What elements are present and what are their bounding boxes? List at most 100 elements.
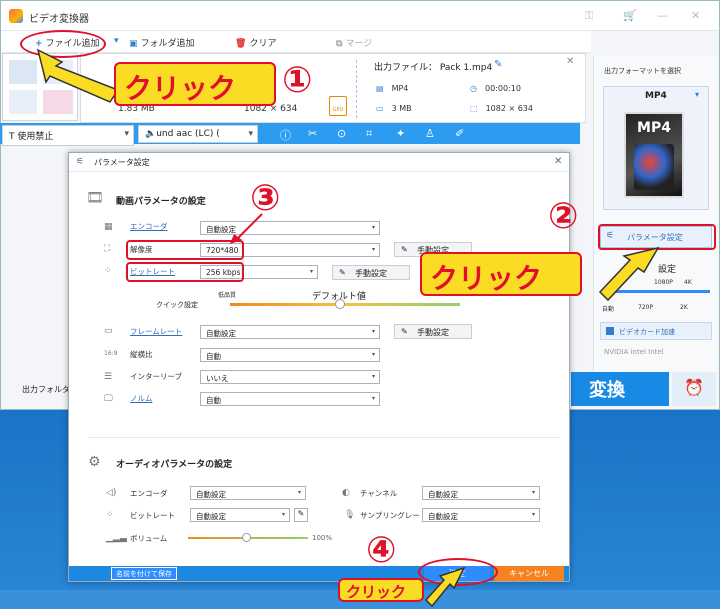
framerate-label[interactable]: フレームレート xyxy=(130,326,182,337)
audio-bitrate-select[interactable]: 自動設定 ▾ xyxy=(190,508,290,522)
info-icon[interactable]: ⓘ xyxy=(280,127,291,143)
watermark-icon[interactable]: ♙ xyxy=(425,127,435,140)
microphone-icon: 🎙 xyxy=(344,510,356,520)
dialog-close-icon[interactable]: ✕ xyxy=(554,156,562,167)
output-file-name: 出力ファイル： Pack 1.mp4 xyxy=(374,63,493,73)
audio-bitrate-edit-icon[interactable]: ✎ xyxy=(294,508,308,522)
folder-icon: ▣ xyxy=(129,39,138,49)
audio-encoder-icon: ◁) xyxy=(106,488,117,498)
merge-button[interactable]: ⧉ マージ xyxy=(336,36,372,49)
convert-button[interactable]: 変換 xyxy=(571,372,669,406)
folder-size-icon: ▭ xyxy=(376,104,384,113)
audio-section-title: オーディオパラメータの設定 xyxy=(116,460,233,470)
quality-quick-slider[interactable] xyxy=(230,303,460,306)
volume-bars-icon: ▁▂▃ xyxy=(106,533,127,543)
volume-value: 100% xyxy=(312,534,333,542)
save-as-label: 名前を付けて保存 xyxy=(116,570,172,578)
video-section-title: 動画パラメータの設定 xyxy=(116,197,206,207)
app-title: ビデオ変換器 xyxy=(29,14,89,25)
interlace-label: インターリーブ xyxy=(130,372,183,381)
subtitle-edit-icon[interactable]: ✐ xyxy=(455,127,464,140)
annotation-number-2: ② xyxy=(548,196,579,237)
key-icon[interactable]: ⚿ xyxy=(585,9,593,23)
save-as-button[interactable]: 名前を付けて保存 xyxy=(111,567,177,580)
samplerate-value: 自動設定 xyxy=(428,512,458,521)
framerate-value: 自動設定 xyxy=(206,329,236,338)
output-folder-label: 出力フォルダ xyxy=(22,385,70,394)
monitor-icon: 🖵 xyxy=(104,394,113,404)
resolution-meta: ⬚ 1082 × 634 xyxy=(470,104,533,113)
effects-icon[interactable]: ⊙ xyxy=(337,127,346,140)
clear-button[interactable]: 🗑 クリア xyxy=(235,36,276,49)
aspect-ratio-icon: 16:9 xyxy=(104,350,118,357)
norm-select[interactable]: 自動 ▾ xyxy=(200,392,380,406)
bitrate-manual-button[interactable]: ✎ 手動設定 xyxy=(332,265,410,280)
norm-label[interactable]: ノルム xyxy=(130,393,152,404)
subtitle-value: 使用禁止 xyxy=(17,132,54,142)
add-file-dropdown-icon[interactable]: ▾ xyxy=(114,36,119,46)
cancel-label: キャンセル xyxy=(509,569,549,578)
framerate-manual-button[interactable]: ✎ 手動設定 xyxy=(394,324,472,339)
resolution-value: 1082 × 634 xyxy=(485,104,533,113)
tick-auto: 自動 xyxy=(602,306,615,313)
audio-select[interactable]: 🔈und aac (LC) (▾ xyxy=(138,125,258,143)
manual-label: 手動設定 xyxy=(355,269,387,278)
norm-value: 自動 xyxy=(206,396,221,405)
aspect-ratio-value: 自動 xyxy=(206,352,221,361)
framerate-select[interactable]: 自動設定 ▾ xyxy=(200,325,380,339)
dialog-divider xyxy=(69,171,569,172)
interlace-value: いいえ xyxy=(206,374,229,383)
alarm-clock-icon[interactable]: ⏰ xyxy=(672,372,716,406)
film-settings-icon: 🎞 xyxy=(86,190,104,206)
video-encoder-label[interactable]: エンコーダ xyxy=(130,221,168,232)
gpu-acceleration-label: ビデオカード加速 xyxy=(619,328,675,336)
clear-label: クリア xyxy=(249,39,277,49)
film-art xyxy=(634,144,674,190)
mp4-film-icon: MP4 xyxy=(624,112,684,198)
audio-encoder-select[interactable]: 自動設定 ▾ xyxy=(190,486,306,500)
audio-encoder-value: 自動設定 xyxy=(196,490,226,499)
crop-icon[interactable]: ⌗ xyxy=(366,127,372,141)
checkbox-icon[interactable] xyxy=(606,327,614,335)
close-icon[interactable]: ✕ xyxy=(691,9,700,22)
trash-icon: 🗑 xyxy=(235,39,247,49)
pencil-icon: ✎ xyxy=(401,245,408,254)
cancel-button[interactable]: キャンセル xyxy=(494,566,564,581)
interlace-select[interactable]: いいえ ▾ xyxy=(200,370,380,384)
annotation-number-1: ① xyxy=(282,60,313,101)
channel-select[interactable]: 自動設定 ▾ xyxy=(422,486,540,500)
subtitle-select[interactable]: T 使用禁止 ▾ xyxy=(2,125,134,146)
aspect-ratio-select[interactable]: 自動 ▾ xyxy=(200,348,380,362)
aspect-ratio-label: 縦横比 xyxy=(130,350,153,359)
samplerate-select[interactable]: 自動設定 ▾ xyxy=(422,508,540,522)
annotation-click-4: クリック xyxy=(338,578,424,602)
tick-4k: 4K xyxy=(684,279,692,286)
quick-settings-label: クイック設定 xyxy=(156,301,198,309)
gpu-label: GPU xyxy=(332,107,344,113)
annotation-arrow-1 xyxy=(36,48,120,103)
cart-icon[interactable]: 🛒 xyxy=(623,9,637,22)
app-logo xyxy=(9,9,23,23)
mp4-icon-label: MP4 xyxy=(637,120,671,136)
gpu-chip-icon: GPU xyxy=(329,96,347,116)
format-meta: ▤ MP4 xyxy=(376,84,408,93)
rename-pencil-icon[interactable]: ✎ xyxy=(494,59,502,70)
output-format-label: 出力フォーマットを選択 xyxy=(604,67,681,75)
audio-encoder-label: エンコーダ xyxy=(130,489,168,498)
remove-file-icon[interactable]: ✕ xyxy=(566,56,574,67)
scissors-icon[interactable]: ✂ xyxy=(308,127,317,140)
merge-icon: ⧉ xyxy=(336,39,343,49)
annotation-arrow-2 xyxy=(598,246,660,302)
minimize-icon[interactable]: — xyxy=(657,9,668,22)
volume-slider-thumb[interactable] xyxy=(242,533,251,542)
quality-slider-thumb[interactable] xyxy=(335,299,345,309)
gpu-acceleration-toggle[interactable]: ビデオカード加速 xyxy=(600,322,712,340)
encoder-icon: ▦ xyxy=(104,222,113,232)
file-format-icon: ▤ xyxy=(376,84,384,93)
divider xyxy=(356,60,357,118)
duration-meta: ◷ 00:00:10 xyxy=(470,84,521,93)
section-divider xyxy=(88,437,560,438)
magic-wand-icon[interactable]: ✦ xyxy=(396,127,405,140)
add-folder-button[interactable]: ▣ フォルダ追加 xyxy=(129,36,195,49)
format-dropdown-icon[interactable]: ▾ xyxy=(695,90,699,99)
